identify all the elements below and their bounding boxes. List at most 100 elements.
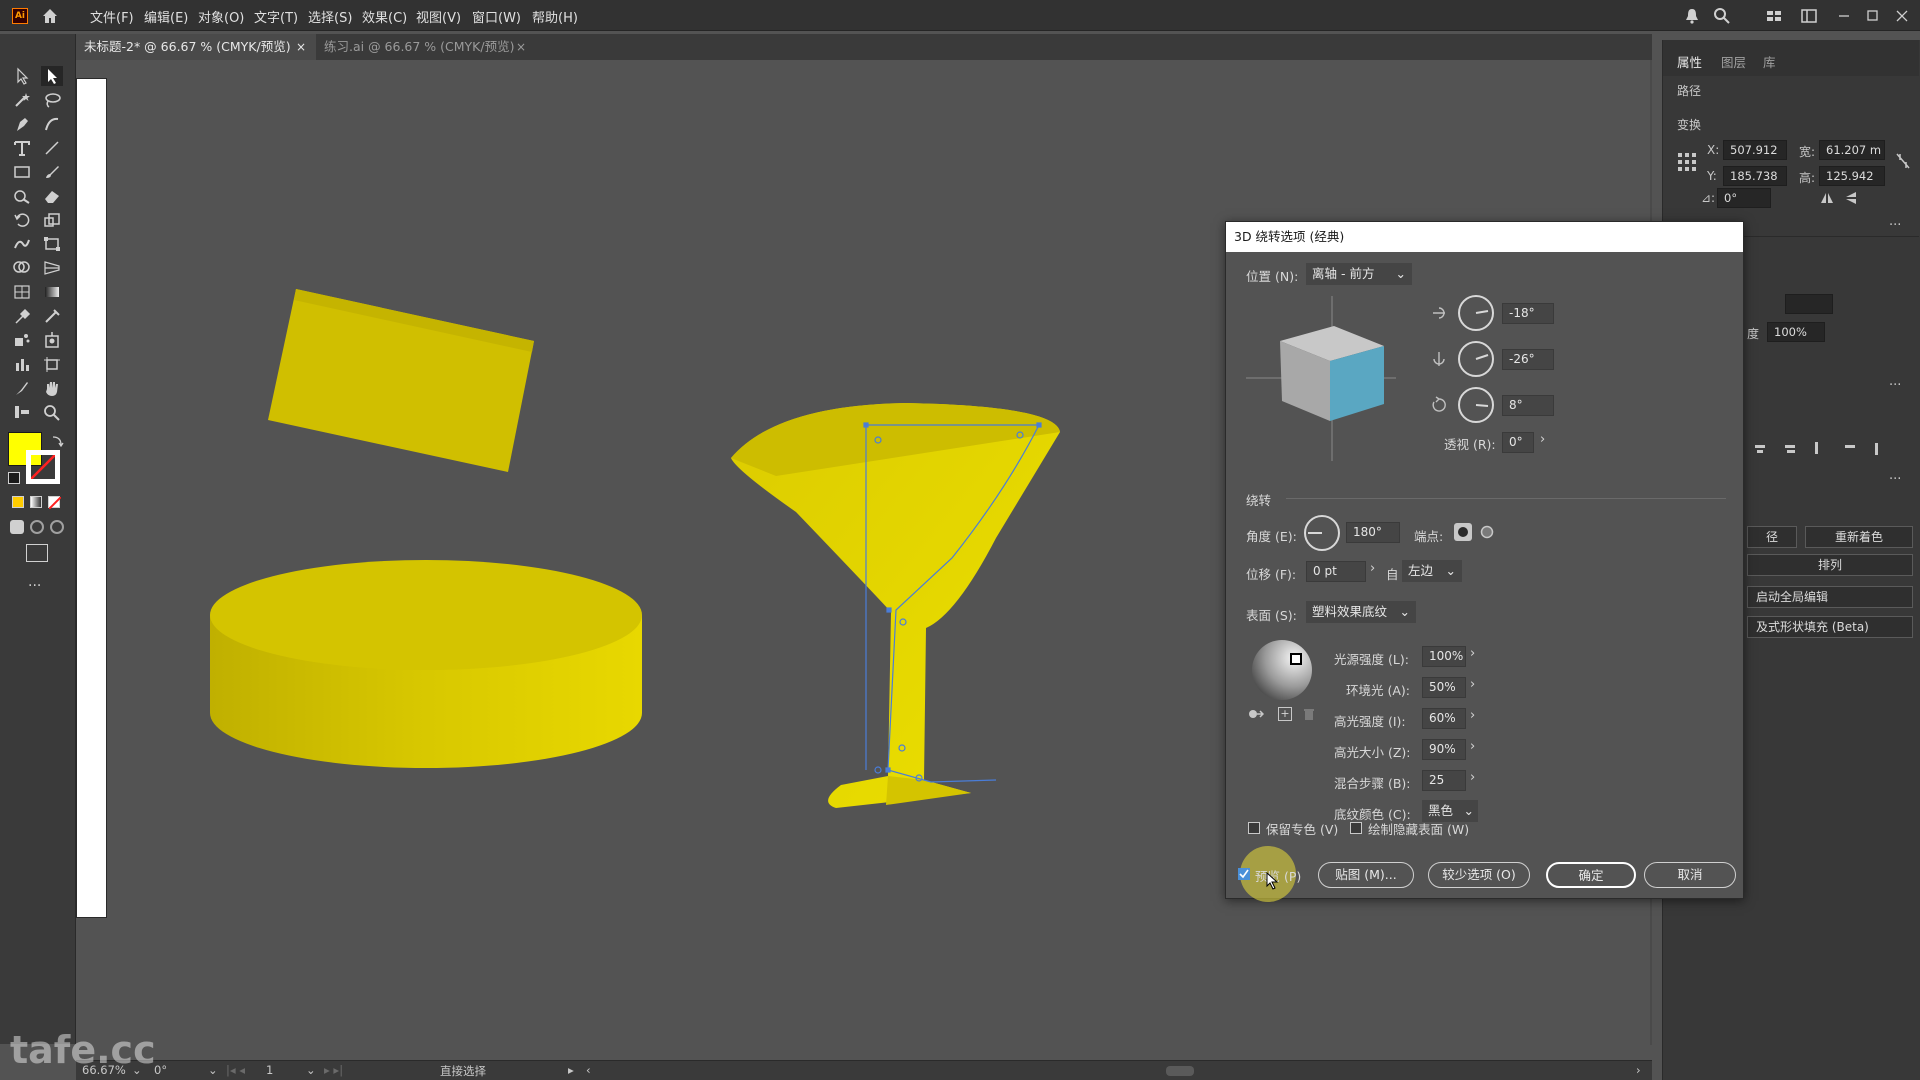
draw-hidden-faces-checkbox[interactable] <box>1350 822 1362 834</box>
eraser-tool-icon[interactable] <box>41 186 63 206</box>
zoom-tool-icon[interactable] <box>41 402 63 422</box>
default-fill-stroke-icon[interactable] <box>8 472 20 484</box>
lighting-sphere-preview[interactable] <box>1250 638 1314 702</box>
menu-window[interactable]: 窗口(W) <box>472 7 521 26</box>
tab-untitled-2[interactable]: 未标题-2* @ 66.67 % (CMYK/预览) × <box>76 34 316 60</box>
y-field[interactable]: 185.738 <box>1723 166 1787 186</box>
menu-help[interactable]: 帮助(H) <box>532 7 578 26</box>
horizontal-scrollbar-thumb[interactable] <box>1166 1066 1194 1076</box>
x-field[interactable]: 507.912 <box>1723 140 1787 160</box>
surface-dropdown[interactable]: 塑料效果底纹 ⌄ <box>1306 601 1416 623</box>
curvature-tool-icon[interactable] <box>41 114 63 134</box>
hand-tool-icon[interactable] <box>41 378 63 398</box>
menu-effect[interactable]: 效果(C) <box>362 7 407 26</box>
fewer-options-button[interactable]: 较少选项 (O) <box>1428 862 1530 888</box>
free-transform-tool-icon[interactable] <box>41 234 63 254</box>
highlight-intensity-field[interactable]: 60% <box>1422 708 1466 729</box>
tab-libraries[interactable]: 库 <box>1763 52 1776 71</box>
y-rotation-field[interactable]: -26° <box>1502 349 1554 370</box>
position-dropdown[interactable]: 离轴 - 前方 ⌄ <box>1306 263 1412 285</box>
color-mode-icon[interactable] <box>12 496 24 508</box>
rotate-view-tool-icon[interactable] <box>11 402 33 422</box>
status-menu-arrow-icon[interactable]: ▸ <box>568 1063 574 1077</box>
magic-wand-tool-icon[interactable] <box>11 90 33 110</box>
blend-steps-field[interactable]: 25 <box>1422 770 1466 791</box>
perspective-field[interactable]: 0° <box>1502 432 1534 453</box>
notification-icon[interactable] <box>1682 6 1702 26</box>
map-button[interactable]: 贴图 (M)... <box>1318 862 1414 888</box>
reference-point-icon[interactable] <box>1677 152 1697 172</box>
preview-checkbox[interactable] <box>1238 868 1250 880</box>
shaper-tool-icon[interactable] <box>11 186 33 206</box>
shape-builder-tool-icon[interactable] <box>11 258 33 278</box>
appearance-more-icon[interactable]: ... <box>1889 374 1901 389</box>
recolor-button[interactable]: 重新着色 <box>1805 526 1913 548</box>
tab-practice[interactable]: 练习.ai @ 66.67 % (CMYK/预览) × <box>316 34 536 60</box>
global-edit-button[interactable]: 启动全局编辑 <box>1747 586 1913 608</box>
ok-button[interactable]: 确定 <box>1546 862 1636 888</box>
symbol-sprayer-tool-icon[interactable] <box>11 330 33 350</box>
cancel-button[interactable]: 取消 <box>1644 862 1736 888</box>
generative-fill-button[interactable]: 及式形状填充 (Beta) <box>1747 616 1913 638</box>
delete-light-icon[interactable] <box>1302 707 1316 721</box>
none-mode-icon[interactable] <box>48 496 61 509</box>
chevron-down-icon[interactable]: ⌄ <box>306 1063 316 1077</box>
edit-toolbar-more-icon[interactable]: ... <box>28 574 41 590</box>
flip-vertical-icon[interactable] <box>1843 190 1859 206</box>
height-field[interactable]: 125.942 <box>1819 166 1885 186</box>
cap-off-icon[interactable] <box>1478 523 1496 541</box>
mesh-tool-icon[interactable] <box>11 282 33 302</box>
flip-horizontal-icon[interactable] <box>1819 190 1835 206</box>
menu-object[interactable]: 对象(O) <box>198 7 244 26</box>
rotation-field[interactable]: 0° <box>1717 188 1771 208</box>
menu-view[interactable]: 视图(V) <box>416 7 461 26</box>
eyedropper-tool-icon[interactable] <box>11 306 33 326</box>
x-rotation-dial[interactable] <box>1458 295 1494 331</box>
chevron-right-icon[interactable]: › <box>1540 432 1545 447</box>
highlight-size-field[interactable]: 90% <box>1422 739 1466 760</box>
menu-file[interactable]: 文件(F) <box>90 7 134 26</box>
selection-tool-icon[interactable] <box>11 66 33 86</box>
from-dropdown[interactable]: 左边 ⌄ <box>1402 560 1462 582</box>
arrange-button[interactable]: 排列 <box>1747 554 1913 576</box>
rotation-view[interactable]: 0° <box>154 1063 167 1077</box>
chevron-right-icon[interactable]: › <box>1470 739 1475 754</box>
z-rotation-dial[interactable] <box>1458 387 1494 423</box>
screen-mode-icon[interactable] <box>26 544 48 562</box>
3d-rotation-cube-preview[interactable] <box>1246 296 1396 461</box>
menu-select[interactable]: 选择(S) <box>308 7 352 26</box>
opacity-field[interactable]: 100% <box>1767 322 1825 342</box>
chevron-right-icon[interactable]: › <box>1470 646 1475 661</box>
tab-close-icon[interactable]: × <box>296 34 306 60</box>
scroll-right-icon[interactable]: › <box>1636 1063 1641 1077</box>
light-intensity-field[interactable]: 100% <box>1422 646 1466 667</box>
artboard-number[interactable]: 1 <box>266 1063 273 1077</box>
path-options-button[interactable]: 径 <box>1747 526 1797 548</box>
maximize-icon[interactable] <box>1862 6 1882 26</box>
menu-edit[interactable]: 编辑(E) <box>144 7 188 26</box>
lasso-tool-icon[interactable] <box>41 90 63 110</box>
draw-normal-icon[interactable] <box>10 520 24 534</box>
live-paint-tool-icon[interactable] <box>41 330 63 350</box>
home-icon[interactable] <box>40 6 60 26</box>
column-graph-tool-icon[interactable] <box>11 354 33 374</box>
ambient-light-field[interactable]: 50% <box>1422 677 1466 698</box>
transform-more-icon[interactable]: ... <box>1889 214 1901 229</box>
menu-type[interactable]: 文字(T) <box>254 7 298 26</box>
rectangle-tool-icon[interactable] <box>11 162 33 182</box>
revolve-angle-dial[interactable] <box>1304 515 1340 551</box>
type-tool-icon[interactable] <box>11 138 33 158</box>
last-artboard-icon[interactable]: ▸ ▸| <box>324 1063 343 1077</box>
slice-tool-icon[interactable] <box>11 378 33 398</box>
scale-tool-icon[interactable] <box>41 210 63 230</box>
gradient-tool-icon[interactable] <box>41 282 63 302</box>
y-rotation-dial[interactable] <box>1458 341 1494 377</box>
warp-tool-icon[interactable] <box>11 234 33 254</box>
opacity-blend-field[interactable] <box>1785 294 1833 314</box>
chevron-right-icon[interactable]: › <box>1470 677 1475 692</box>
line-tool-icon[interactable] <box>41 138 63 158</box>
chevron-right-icon[interactable]: › <box>1470 708 1475 723</box>
align-icons-row[interactable] <box>1747 440 1907 458</box>
draw-inside-icon[interactable] <box>50 520 64 534</box>
arrange-documents-icon[interactable] <box>1764 6 1784 26</box>
